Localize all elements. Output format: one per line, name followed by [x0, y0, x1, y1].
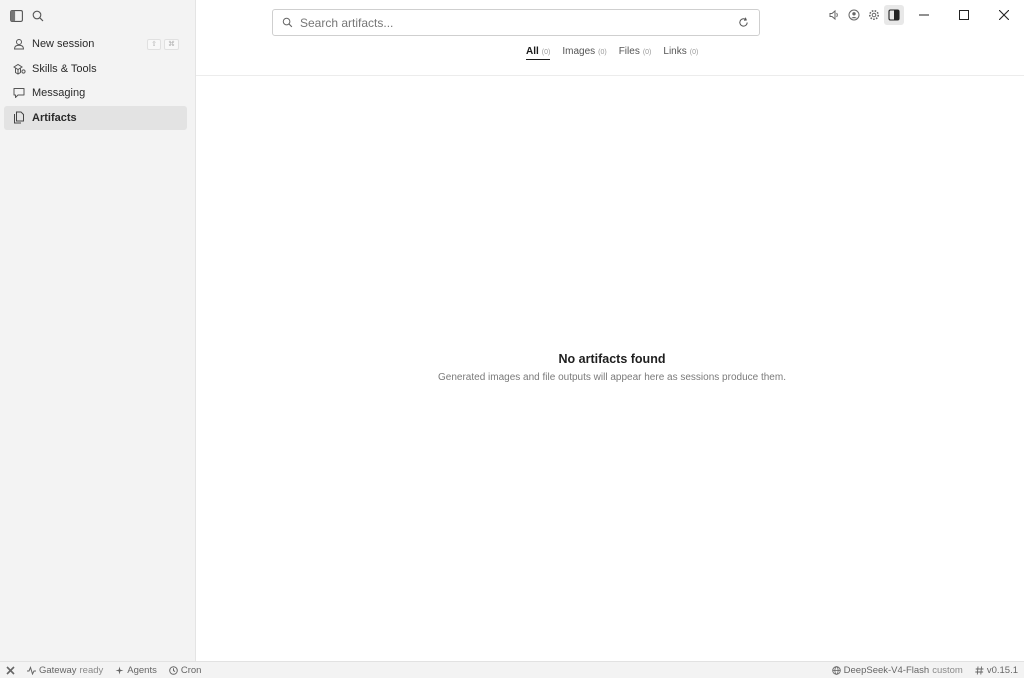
empty-state-title: No artifacts found	[558, 352, 666, 366]
sidebar-item-artifacts[interactable]: Artifacts	[4, 105, 187, 130]
version-info[interactable]: v0.15.1	[975, 665, 1018, 676]
header-divider	[196, 75, 1024, 76]
sidebar-item-label: Messaging	[32, 87, 86, 100]
tab-count: (0)	[598, 49, 607, 56]
tab-files[interactable]: Files (0)	[619, 46, 652, 60]
window-controls	[824, 0, 1024, 30]
tab-count: (0)	[642, 49, 652, 56]
close-status-icon[interactable]	[6, 665, 15, 675]
sparkle-icon	[115, 666, 124, 675]
search-input[interactable]	[300, 15, 738, 30]
globe-icon	[831, 665, 841, 675]
sidebar-item-messaging[interactable]: Messaging	[4, 81, 187, 105]
theme-toggle-icon[interactable]	[884, 5, 904, 25]
tab-images[interactable]: Images (0)	[562, 46, 606, 60]
sidebar-nav: New session ⇧ ⌘ Skills & Tools Messaging…	[0, 32, 195, 130]
tab-links[interactable]: Links (0)	[663, 46, 698, 60]
cmd-key-hint: ⌘	[164, 38, 179, 50]
chat-bubble-icon	[12, 86, 26, 100]
status-bar: Gateway ready Agents Cron DeepSeek-V4-Fl…	[0, 661, 1024, 678]
cron-status[interactable]: Cron	[169, 664, 202, 676]
sidebar-toolbar	[0, 0, 195, 32]
version-label: v0.15.1	[986, 664, 1018, 676]
documents-icon	[12, 111, 26, 125]
search-icon	[282, 17, 294, 29]
tab-all[interactable]: All (0)	[526, 46, 551, 60]
model-tag: custom	[932, 664, 963, 676]
sidebar-item-new-session[interactable]: New session ⇧ ⌘	[4, 32, 187, 56]
empty-state: No artifacts found Generated images and …	[196, 352, 1024, 383]
tab-label: Links	[663, 46, 687, 57]
user-icon	[12, 37, 26, 51]
filter-tabs: All (0) Images (0) Files (0) Links (0)	[526, 46, 698, 60]
maximize-button[interactable]	[944, 0, 984, 30]
sidebar: New session ⇧ ⌘ Skills & Tools Messaging…	[0, 0, 196, 661]
sidebar-item-label: Artifacts	[32, 111, 77, 124]
gateway-label: Gateway	[39, 664, 77, 676]
tab-count: (0)	[541, 49, 551, 56]
hash-icon	[975, 665, 984, 675]
activity-icon	[27, 665, 36, 675]
cron-label: Cron	[180, 664, 202, 676]
sidebar-item-skills-tools[interactable]: Skills & Tools	[4, 57, 187, 81]
clock-icon	[169, 665, 178, 675]
shortcut-hint: ⇧ ⌘	[147, 38, 179, 50]
toggle-sidebar-icon[interactable]	[8, 8, 24, 24]
status-right: DeepSeek-V4-Flash custom v0.15.1	[831, 664, 1018, 676]
sidebar-item-label: Skills & Tools	[32, 62, 97, 75]
main-content: All (0) Images (0) Files (0) Links (0)	[196, 0, 1024, 661]
model-selector[interactable]: DeepSeek-V4-Flash custom	[831, 664, 963, 676]
minimize-button[interactable]	[904, 0, 944, 30]
search-box	[272, 9, 760, 36]
agents-status[interactable]: Agents	[115, 665, 157, 676]
sidebar-item-label: New session	[32, 38, 95, 50]
tab-count: (0)	[689, 49, 699, 56]
tools-icon	[12, 62, 26, 76]
gear-icon[interactable]	[864, 5, 884, 25]
account-icon[interactable]	[844, 5, 864, 25]
search-icon[interactable]	[30, 8, 46, 24]
close-button[interactable]	[984, 0, 1024, 30]
gateway-status[interactable]: Gateway ready	[27, 665, 103, 676]
tab-label: Images	[562, 46, 596, 57]
model-name: DeepSeek-V4-Flash	[843, 664, 930, 676]
speaker-icon[interactable]	[824, 5, 844, 25]
tab-label: Files	[618, 46, 640, 57]
shift-key-hint: ⇧	[147, 38, 161, 50]
refresh-icon[interactable]	[738, 17, 750, 29]
tab-label: All	[526, 46, 539, 57]
agents-label: Agents	[127, 664, 157, 676]
gateway-state: ready	[79, 664, 104, 676]
empty-state-description: Generated images and file outputs will a…	[438, 372, 786, 383]
